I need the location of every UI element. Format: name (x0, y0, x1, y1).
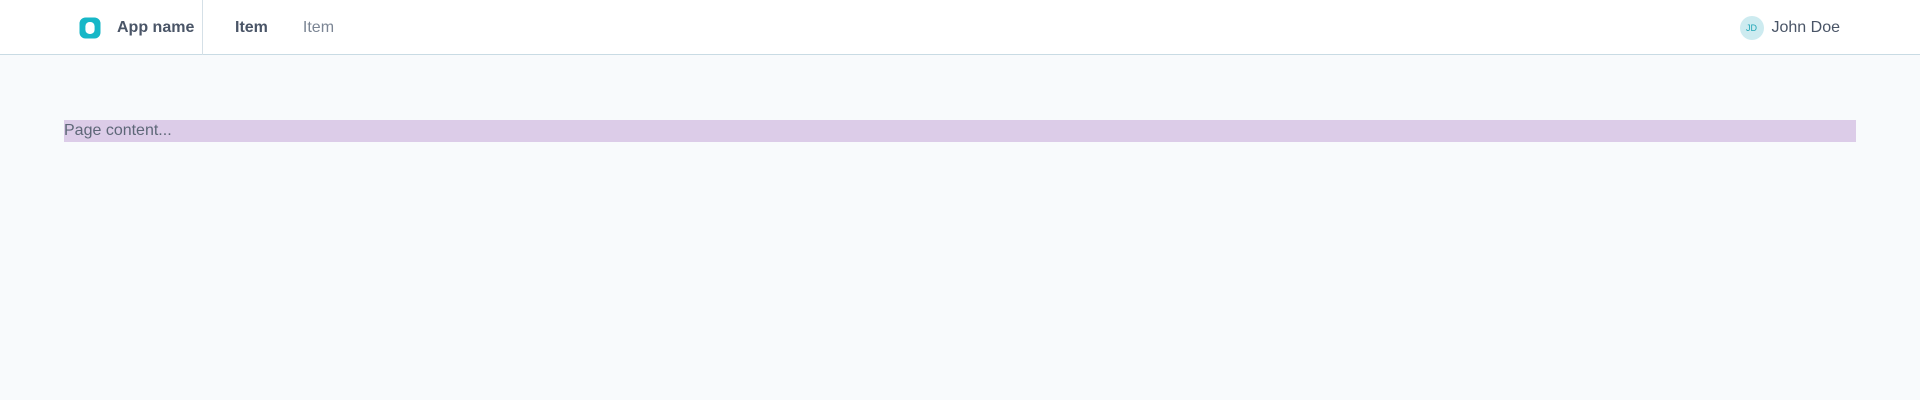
nav-item-active[interactable]: Item (235, 19, 268, 37)
page-content-placeholder: Page content... (64, 120, 1856, 142)
app-name: App name (117, 18, 195, 36)
user-menu[interactable]: JD John Doe (1739, 0, 1841, 55)
main-navigation: Item Item (235, 0, 369, 55)
header-divider (202, 0, 203, 55)
user-name: John Doe (1771, 18, 1841, 36)
user-avatar: JD (1739, 15, 1764, 40)
nav-item[interactable]: Item (303, 19, 334, 37)
brand[interactable]: App name (78, 0, 194, 55)
top-navigation-bar: App name Item Item JD John Doe (0, 0, 1920, 55)
rounded-square-logo-icon (79, 17, 101, 38)
